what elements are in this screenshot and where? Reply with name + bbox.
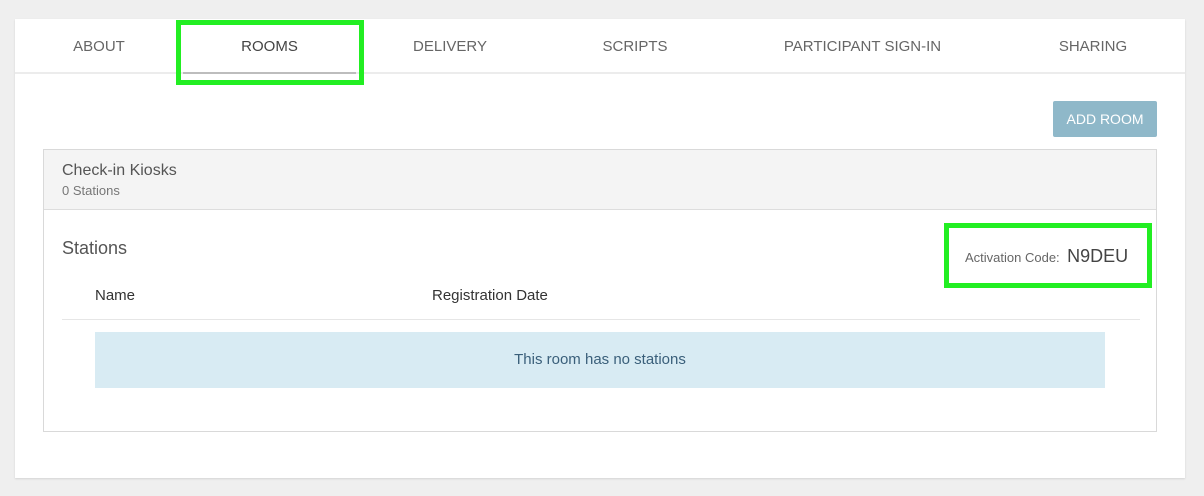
empty-stations-message: This room has no stations (95, 332, 1105, 388)
tab-delivery[interactable]: Delivery (390, 19, 510, 74)
column-header-registration-date[interactable]: Registration Date (432, 287, 548, 304)
room-panel: Check-in Kiosks 0 Stations Stations Acti… (43, 149, 1157, 432)
activation-code-display: Activation Code: N9DEU (965, 246, 1128, 267)
tab-about[interactable]: About (45, 19, 153, 74)
tab-rooms[interactable]: Rooms (183, 19, 356, 74)
column-header-name[interactable]: Name (95, 287, 135, 304)
room-station-count: 0 Stations (62, 183, 120, 198)
room-title: Check-in Kiosks (62, 162, 177, 179)
add-room-button[interactable]: Add Room (1053, 101, 1157, 137)
stations-heading: Stations (62, 238, 128, 258)
tab-bar: About Rooms Delivery Scripts Participant… (15, 19, 1185, 74)
tab-scripts[interactable]: Scripts (580, 19, 690, 74)
active-tab-indicator (183, 72, 356, 74)
room-header[interactable]: Check-in Kiosks 0 Stations (44, 150, 1156, 210)
table-divider (62, 319, 1140, 320)
tab-sharing[interactable]: Sharing (1035, 19, 1151, 74)
tab-participant-sign-in[interactable]: Participant Sign-in (760, 19, 965, 74)
activation-code-label: Activation Code: (965, 250, 1060, 265)
room-settings-card: About Rooms Delivery Scripts Participant… (15, 19, 1185, 478)
activation-code-value: N9DEU (1067, 246, 1129, 266)
